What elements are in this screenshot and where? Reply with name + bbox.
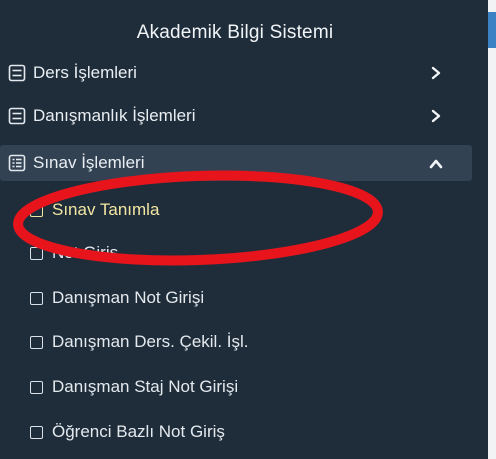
menu-ders-islemleri[interactable]: Ders İşlemleri [0,56,472,90]
chevron-up-icon [429,159,443,169]
menu-label: Ders İşlemleri [33,63,137,82]
content-accent [488,12,496,48]
submenu-label: Danışman Staj Not Girişi [52,377,239,396]
chevron-right-icon [431,109,441,123]
submenu-label: Danışman Ders. Çekil. İşl. [52,332,249,351]
submenu-danisman-staj-not-girisi[interactable]: Danışman Staj Not Girişi [30,372,238,402]
submenu-not-giris[interactable]: Not Giriş [30,238,118,268]
square-icon [30,380,43,394]
submenu-label: Danışman Not Girişi [52,288,205,307]
submenu-label: Not Giriş [52,243,119,262]
sidebar: Akademik Bilgi Sistemi Ders İşlemleri Da… [0,0,496,459]
submenu-ogrenci-bazli-not-giris[interactable]: Öğrenci Bazlı Not Giriş [30,417,225,447]
menu-sinav-islemleri[interactable]: Sınav İşlemleri [0,145,472,181]
square-icon [30,425,43,439]
list-icon [8,107,26,125]
menu-danismanlik-islemleri[interactable]: Danışmanlık İşlemleri [0,99,472,133]
list-icon [8,64,26,82]
square-icon [30,203,43,217]
square-icon [30,335,43,349]
submenu-sinav-tanimla[interactable]: Sınav Tanımla [30,195,159,225]
square-icon [30,291,43,305]
menu-label: Sınav İşlemleri [33,153,145,172]
app-title: Akademik Bilgi Sistemi [136,22,334,43]
submenu-label: Sınav Tanımla [52,200,160,219]
submenu-danisman-ders-cekil[interactable]: Danışman Ders. Çekil. İşl. [30,327,249,357]
submenu-danisman-not-girisi[interactable]: Danışman Not Girişi [30,283,204,313]
submenu-label: Öğrenci Bazlı Not Giriş [52,422,225,441]
content-edge [488,0,496,459]
menu-label: Danışmanlık İşlemleri [33,106,196,125]
chevron-right-icon [431,66,441,80]
square-icon [30,246,43,260]
list-icon [8,154,26,172]
